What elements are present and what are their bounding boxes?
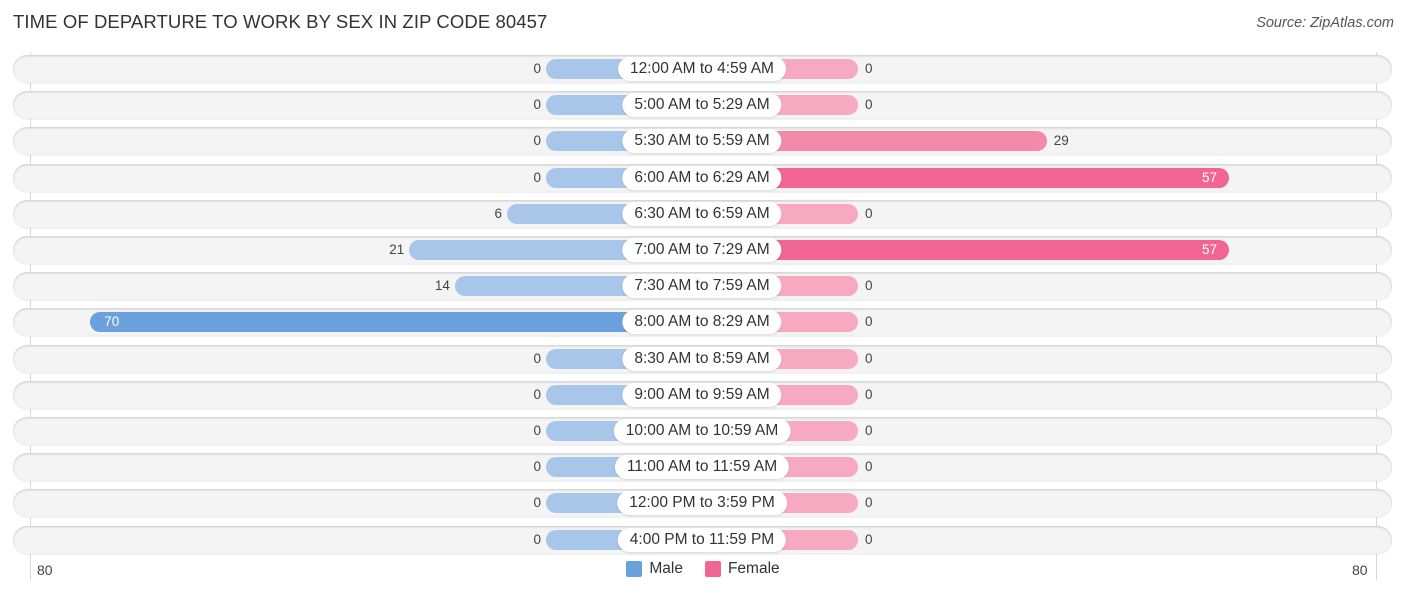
legend: Male Female — [0, 560, 1406, 578]
male-value-label: 14 — [434, 278, 450, 293]
category-label: 8:00 AM to 8:29 AM — [622, 310, 782, 334]
legend-label-female: Female — [727, 560, 780, 577]
category-label: 7:30 AM to 7:59 AM — [622, 274, 782, 298]
category-label: 12:00 PM to 3:59 PM — [617, 491, 787, 515]
female-value-label: 0 — [865, 61, 873, 76]
category-label: 4:00 PM to 11:59 PM — [617, 528, 787, 552]
female-value-label: 57 — [1202, 170, 1218, 185]
male-value-label: 0 — [533, 61, 541, 76]
female-value-label: 0 — [865, 97, 873, 112]
male-value-label: 70 — [104, 314, 120, 329]
male-value-label: 0 — [533, 97, 541, 112]
male-value-label: 0 — [533, 495, 541, 510]
female-value-label: 0 — [865, 351, 873, 366]
category-label: 12:00 AM to 4:59 AM — [618, 57, 786, 81]
male-value-label: 0 — [533, 387, 541, 402]
female-value-label: 0 — [865, 459, 873, 474]
female-value-label: 0 — [865, 495, 873, 510]
legend-label-male: Male — [649, 560, 683, 577]
female-value-label: 29 — [1053, 133, 1069, 148]
legend-item-female[interactable]: Female — [704, 560, 780, 578]
male-value-label: 21 — [389, 242, 405, 257]
source-label: Source: ZipAtlas.com — [1256, 15, 1394, 31]
male-value-label: 0 — [533, 133, 541, 148]
male-value-label: 0 — [533, 170, 541, 185]
category-label: 9:00 AM to 9:59 AM — [622, 383, 782, 407]
category-label: 10:00 AM to 10:59 AM — [613, 419, 791, 443]
legend-swatch-male — [626, 561, 643, 577]
category-label: 7:00 AM to 7:29 AM — [622, 238, 782, 262]
female-value-label: 57 — [1202, 242, 1218, 257]
male-value-label: 0 — [533, 423, 541, 438]
legend-item-male[interactable]: Male — [626, 560, 683, 578]
chart-title: TIME OF DEPARTURE TO WORK BY SEX IN ZIP … — [13, 11, 548, 32]
female-value-label: 0 — [865, 387, 873, 402]
female-value-label: 0 — [865, 423, 873, 438]
female-value-label: 0 — [865, 278, 873, 293]
male-value-label: 0 — [533, 351, 541, 366]
category-label: 5:30 AM to 5:59 AM — [622, 129, 782, 153]
category-label: 11:00 AM to 11:59 AM — [614, 455, 790, 479]
category-label: 5:00 AM to 5:29 AM — [622, 93, 782, 117]
female-value-label: 0 — [865, 314, 873, 329]
male-value-label: 0 — [533, 459, 541, 474]
category-label: 6:00 AM to 6:29 AM — [622, 166, 782, 190]
legend-swatch-female — [704, 561, 721, 577]
male-value-label: 6 — [494, 206, 502, 221]
category-label: 8:30 AM to 8:59 AM — [622, 347, 782, 371]
male-value-label: 0 — [533, 532, 541, 547]
female-value-label: 0 — [865, 532, 873, 547]
category-label: 6:30 AM to 6:59 AM — [622, 202, 782, 226]
female-value-label: 0 — [865, 206, 873, 221]
male-bar[interactable] — [90, 312, 702, 332]
